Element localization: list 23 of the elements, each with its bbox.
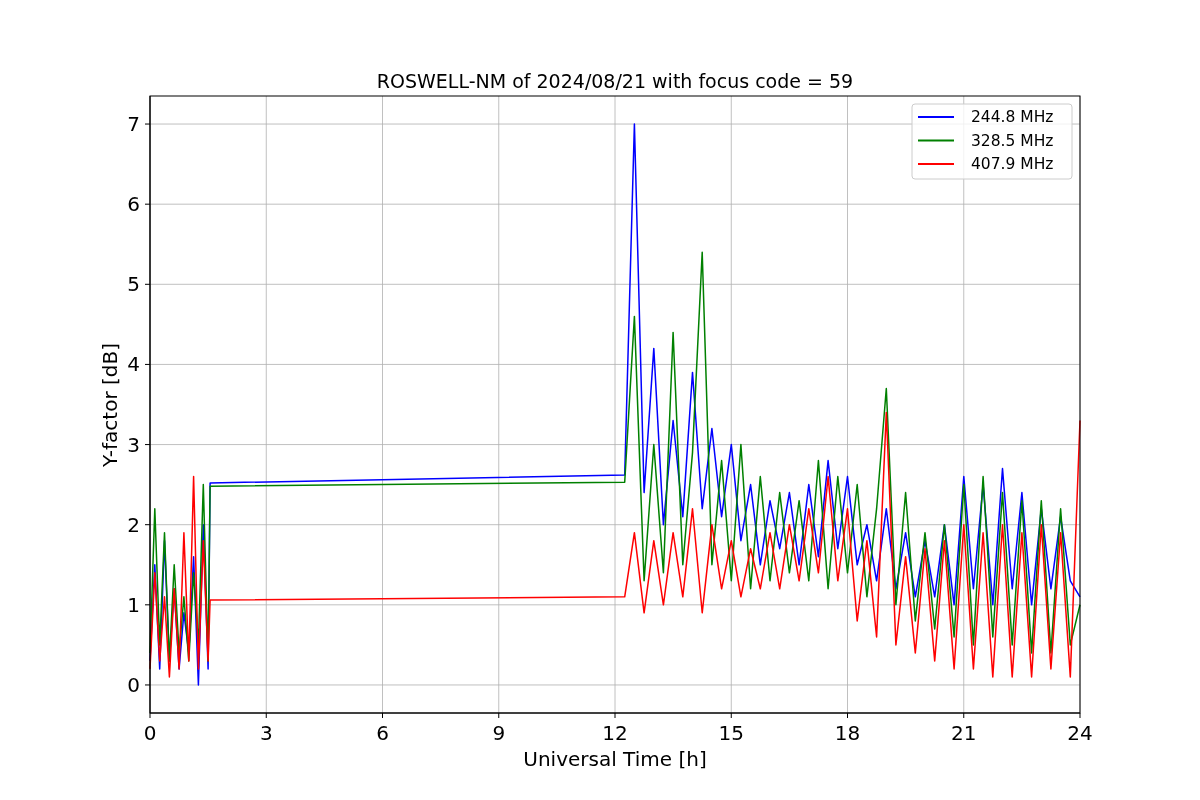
x-tick-label: 3 (259, 721, 273, 745)
x-tick-label: 6 (376, 721, 389, 745)
y-tick-label: 4 (127, 352, 140, 377)
x-tick-label: 15 (718, 721, 744, 745)
x-tick-label: 9 (492, 721, 506, 745)
x-tick-label: 21 (951, 721, 977, 745)
y-tick-label: 5 (127, 272, 140, 297)
y-tick-label: 2 (127, 512, 140, 537)
legend-label: 328.5 MHz (971, 131, 1054, 150)
x-tick-label: 18 (834, 721, 861, 745)
y-axis-label: Y-factor [dB] (98, 343, 122, 467)
legend-label: 407.9 MHz (971, 155, 1054, 173)
x-tick-label: 24 (1067, 721, 1093, 745)
chart-title: ROSWELL-NM of 2024/08/21 with focus code = 59 (376, 70, 854, 92)
x-tick-label: 12 (602, 721, 628, 745)
y-tick-label: 0 (127, 672, 140, 697)
y-tick-label: 6 (127, 192, 140, 217)
legend-label: 244.8 MHz (971, 108, 1054, 126)
x-axis-label: Universal Time [h] (523, 747, 707, 771)
y-tick-label: 3 (127, 432, 140, 457)
y-tick-label: 7 (127, 112, 140, 137)
y-tick-label: 1 (127, 592, 140, 617)
x-tick-label: 0 (143, 721, 157, 745)
